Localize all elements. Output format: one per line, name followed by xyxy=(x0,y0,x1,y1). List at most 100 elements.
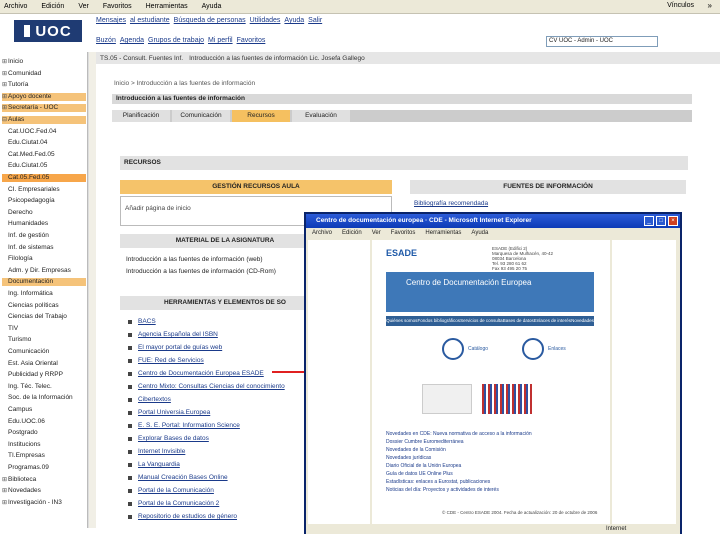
news-item[interactable]: Estadísticas: enlaces a Eurostat, public… xyxy=(386,478,532,486)
sidebar-item[interactable]: ⊞Novedades xyxy=(2,487,86,495)
news-item[interactable]: Noticias del día: Proyectos y actividade… xyxy=(386,486,532,494)
ie-menu-item[interactable]: Favoritos xyxy=(391,228,416,238)
sidebar-item[interactable]: Soc. de la Información xyxy=(2,394,86,402)
menu-ayuda[interactable]: Ayuda xyxy=(202,3,222,10)
tab-planificacion[interactable]: Planificación xyxy=(112,110,170,122)
news-item[interactable]: Novedades jurídicas xyxy=(386,454,532,462)
sidebar-item[interactable]: ⊞Secretaría - UOC xyxy=(2,104,86,113)
promo-image[interactable] xyxy=(422,384,472,414)
sidebar-item[interactable]: Ciencias del Trabajo xyxy=(2,313,86,321)
menu-archivo[interactable]: Archivo xyxy=(4,3,27,10)
enlaces-label[interactable]: Enlaces xyxy=(548,346,566,352)
sidebar-item[interactable]: Edu.Ciutat.05 xyxy=(2,162,86,170)
herramienta-link[interactable]: La Vanguardia xyxy=(138,461,180,468)
ie-menu-item[interactable]: Edición xyxy=(342,228,362,238)
cde-nav-item[interactable]: Quiénes somos xyxy=(386,316,417,326)
ie-menu-item[interactable]: Ayuda xyxy=(471,228,488,238)
top-nav-busqueda[interactable]: Búsqueda de personas xyxy=(174,17,246,29)
tab-evaluacion[interactable]: Evaluación xyxy=(292,110,350,122)
herramienta-link[interactable]: Agencia Española del ISBN xyxy=(138,331,218,338)
sidebar-item[interactable]: Est. Asia Oriental xyxy=(2,360,86,368)
sidebar-item[interactable]: Adm. y Dir. Empresas xyxy=(2,267,86,275)
sidebar-item[interactable]: Cat.UOC.Fed.04 xyxy=(2,128,86,136)
sidebar-item[interactable]: CI. Empresariales xyxy=(2,186,86,194)
news-item[interactable]: Novedades de la Comisión xyxy=(386,446,532,454)
sidebar-item[interactable]: ⊞Apoyo docente xyxy=(2,92,86,101)
ie-title-bar[interactable]: Centro de documentación europea · CDE - … xyxy=(306,214,680,228)
herramienta-link[interactable]: Portal de la Comunicación 2 xyxy=(138,500,219,507)
sidebar-item[interactable]: Cat.05.Fed.05 xyxy=(2,174,86,182)
ie-menu-item[interactable]: Ver xyxy=(372,228,381,238)
maximize-icon[interactable]: □ xyxy=(656,216,666,226)
ie-menu-item[interactable]: Archivo xyxy=(312,228,332,238)
menu-herramientas[interactable]: Herramientas xyxy=(146,3,188,10)
news-item[interactable]: Diario Oficial de la Unión Europea xyxy=(386,462,532,470)
sidebar-item[interactable]: Humanidades xyxy=(2,220,86,228)
herramienta-link[interactable]: El mayor portal de guías web xyxy=(138,344,222,351)
close-icon[interactable]: × xyxy=(668,216,678,226)
sidebar-item[interactable]: ⊞Inicio xyxy=(2,58,86,66)
sub-nav-perfil[interactable]: Mi perfil xyxy=(208,37,233,44)
course-tab-title[interactable]: Introducción a las fuentes de informació… xyxy=(189,55,365,62)
fuentes-link[interactable]: Bibliografía recomendada xyxy=(414,200,488,207)
tab-comunicacion[interactable]: Comunicación xyxy=(172,110,230,122)
top-nav-mensajes[interactable]: Mensajes xyxy=(96,17,126,29)
gestion-text[interactable]: Añadir página de inicio xyxy=(125,205,191,212)
herramienta-link[interactable]: Repositorio de estudios de género xyxy=(138,513,237,520)
herramienta-link[interactable]: BACS xyxy=(138,318,156,325)
news-item[interactable]: Dossier Cumbre Euromediterránea xyxy=(386,438,532,446)
sidebar-item[interactable]: ⊞Biblioteca xyxy=(2,476,86,484)
news-item[interactable]: Novedades en CDE: Nueva normativa de acc… xyxy=(386,430,532,438)
cde-nav-item[interactable]: Enlaces de interés xyxy=(534,316,571,326)
sidebar-item[interactable]: Ing. Informática xyxy=(2,290,86,298)
sidebar-item[interactable]: Psicopedagogía xyxy=(2,197,86,205)
sidebar-item[interactable]: Filología xyxy=(2,255,86,263)
uoc-logo[interactable]: UOC xyxy=(14,20,82,42)
top-nav-utilidades[interactable]: Utilidades xyxy=(250,17,281,29)
sidebar-item[interactable]: Ing. Téc. Telec. xyxy=(2,383,86,391)
menu-edicion[interactable]: Edición xyxy=(41,3,64,10)
sidebar-item[interactable]: ⊟Aulas xyxy=(2,116,86,124)
material-item[interactable]: Introducción a las fuentes de informació… xyxy=(126,268,276,275)
herramienta-link[interactable]: Portal Universia.Europea xyxy=(138,409,210,416)
herramienta-link[interactable]: Centro de Documentación Europea ESADE xyxy=(138,370,264,377)
top-nav-salir[interactable]: Salir xyxy=(308,17,322,29)
herramienta-link[interactable]: FUE: Red de Servicios xyxy=(138,357,204,364)
catalogo-icon[interactable] xyxy=(442,338,464,360)
cde-nav-item[interactable]: Bases de datos xyxy=(503,316,534,326)
sidebar-item[interactable]: Institucions xyxy=(2,441,86,449)
herramienta-link[interactable]: Cibertextos xyxy=(138,396,171,403)
sidebar-item[interactable]: Postgrado xyxy=(2,429,86,437)
sidebar-item[interactable]: Comunicación xyxy=(2,348,86,356)
sub-nav-agenda[interactable]: Agenda xyxy=(120,37,144,44)
cde-nav-item[interactable]: Fondos bibliográficos xyxy=(417,316,460,326)
user-select[interactable]: CV UOC - Admin - UOC xyxy=(546,36,658,47)
sub-nav-favoritos[interactable]: Favoritos xyxy=(237,37,266,44)
catalogo-label[interactable]: Catálogo xyxy=(468,346,488,352)
sidebar-item[interactable]: Inf. de sistemas xyxy=(2,244,86,252)
sidebar-item[interactable]: ⊞Investigación - IN3 xyxy=(2,499,86,507)
sidebar-item[interactable]: ⊞Tutoría xyxy=(2,81,86,89)
sidebar-item[interactable]: Edu.UOC.06 xyxy=(2,418,86,426)
sub-nav-grupos[interactable]: Grupos de trabajo xyxy=(148,37,204,44)
sidebar-item[interactable]: Turismo xyxy=(2,336,86,344)
sidebar-item[interactable]: Derecho xyxy=(2,209,86,217)
menu-favoritos[interactable]: Favoritos xyxy=(103,3,132,10)
minimize-icon[interactable]: _ xyxy=(644,216,654,226)
sidebar-item[interactable]: TIV xyxy=(2,325,86,333)
menu-ver[interactable]: Ver xyxy=(78,3,89,10)
top-nav-estudiante[interactable]: al estudiante xyxy=(130,17,170,29)
herramienta-link[interactable]: Internet Invisible xyxy=(138,448,185,455)
sidebar-item[interactable]: Publicidad y RRPP xyxy=(2,371,86,379)
top-nav-ayuda[interactable]: Ayuda xyxy=(284,17,304,29)
herramienta-link[interactable]: E. S. E. Portal: Information Science xyxy=(138,422,240,429)
ie-menu-item[interactable]: Herramientas xyxy=(425,228,461,238)
herramienta-link[interactable]: Portal de la Comunicación xyxy=(138,487,214,494)
enlaces-icon[interactable] xyxy=(522,338,544,360)
sidebar-item[interactable]: Inf. de gestión xyxy=(2,232,86,240)
sidebar-item[interactable]: Programas.09 xyxy=(2,464,86,472)
herramienta-link[interactable]: Centro Mixto: Consultas Ciencias del con… xyxy=(138,383,285,390)
sidebar-scrollbar[interactable] xyxy=(88,52,96,528)
cde-nav-item[interactable]: Servicios de consulta xyxy=(460,316,503,326)
sidebar-item[interactable]: ⊞Comunidad xyxy=(2,70,86,78)
